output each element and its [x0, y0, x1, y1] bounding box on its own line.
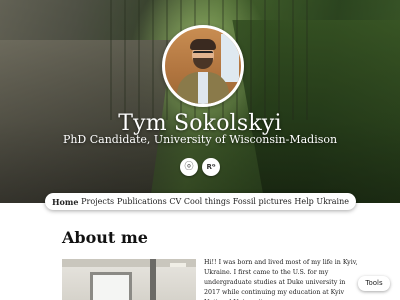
- nav-cool-things[interactable]: Cool things: [184, 197, 230, 206]
- nav-publications[interactable]: Publications: [117, 197, 167, 206]
- nav-fossil-pictures[interactable]: Fossil pictures: [233, 197, 292, 206]
- researchgate-icon[interactable]: Rᴳ: [202, 158, 220, 176]
- tools-button[interactable]: Tools: [358, 276, 390, 291]
- avatar: [162, 25, 244, 107]
- orcid-icon[interactable]: ⓞ: [180, 158, 198, 176]
- about-heading: About me: [62, 228, 148, 247]
- site-subtitle: PhD Candidate, University of Wisconsin-M…: [62, 133, 338, 146]
- nav-cv[interactable]: CV: [169, 197, 181, 206]
- photo-lamp: [170, 263, 186, 267]
- photo-post: [150, 259, 156, 300]
- avatar-window: [221, 34, 239, 82]
- avatar-glasses: [193, 51, 213, 57]
- avatar-shirt: [198, 72, 208, 104]
- main-nav: Home Projects Publications CV Cool thing…: [45, 193, 356, 210]
- nav-home[interactable]: Home: [52, 197, 78, 207]
- avatar-hair: [190, 39, 216, 50]
- about-photo: [62, 259, 196, 300]
- nav-help-ukraine[interactable]: Help Ukraine: [294, 197, 349, 206]
- hero-banner: Tym Sokolskyi PhD Candidate, University …: [0, 0, 400, 203]
- avatar-beard: [193, 58, 213, 69]
- photo-window: [90, 272, 132, 300]
- about-paragraph: Hi!! I was born and lived most of my lif…: [204, 259, 358, 300]
- nav-projects[interactable]: Projects: [81, 197, 114, 206]
